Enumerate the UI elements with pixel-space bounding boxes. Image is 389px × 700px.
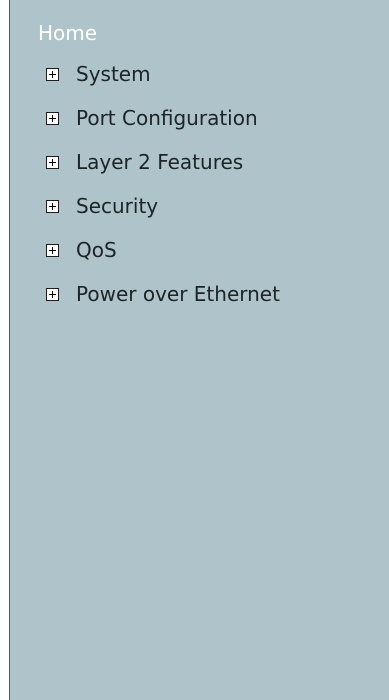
navigation-panel: Home System Port Configuration Layer 2 F… <box>9 0 389 700</box>
menu-item-label: QoS <box>76 238 117 262</box>
menu-tree: System Port Configuration Layer 2 Featur… <box>46 60 280 324</box>
menu-item-port-configuration[interactable]: Port Configuration <box>46 104 280 148</box>
menu-item-label: Security <box>76 194 159 218</box>
menu-item-label: Power over Ethernet <box>76 282 280 306</box>
menu-item-system[interactable]: System <box>46 60 280 104</box>
expand-plus-icon[interactable] <box>46 288 59 301</box>
home-link[interactable]: Home <box>38 20 97 46</box>
expand-plus-icon[interactable] <box>46 200 59 213</box>
menu-item-layer-2-features[interactable]: Layer 2 Features <box>46 148 280 192</box>
menu-item-label: System <box>76 62 151 86</box>
menu-item-power-over-ethernet[interactable]: Power over Ethernet <box>46 280 280 324</box>
expand-plus-icon[interactable] <box>46 244 59 257</box>
expand-plus-icon[interactable] <box>46 156 59 169</box>
menu-item-label: Port Configuration <box>76 106 258 130</box>
menu-item-security[interactable]: Security <box>46 192 280 236</box>
menu-item-label: Layer 2 Features <box>76 150 244 174</box>
menu-item-qos[interactable]: QoS <box>46 236 280 280</box>
expand-plus-icon[interactable] <box>46 68 59 81</box>
expand-plus-icon[interactable] <box>46 112 59 125</box>
